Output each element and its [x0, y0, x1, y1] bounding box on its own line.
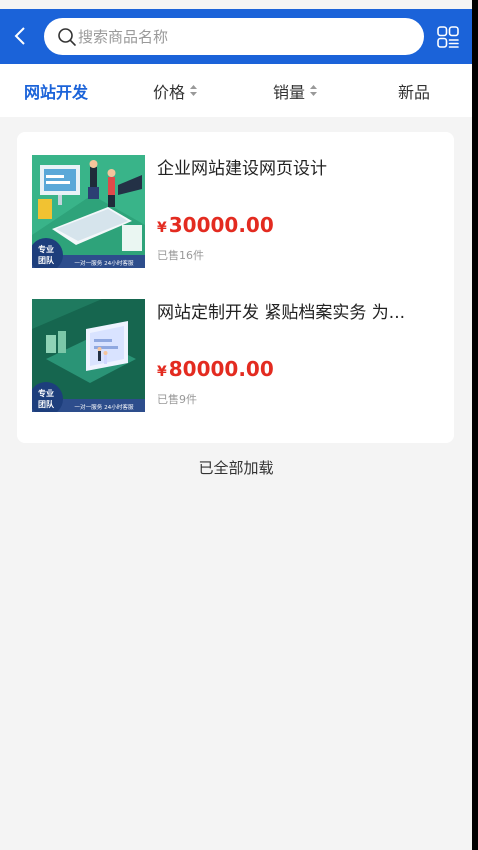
- all-loaded-text: 已全部加载: [198, 459, 274, 477]
- search-icon: [58, 27, 76, 46]
- product-title: 企业网站建设网页设计: [157, 159, 327, 179]
- thumbnail-banner: 一对一服务 24小时客服: [74, 259, 134, 267]
- search-box[interactable]: [44, 18, 424, 55]
- filter-tab-label: 新品: [398, 82, 431, 102]
- product-thumbnail: 专业 团队 一对一服务 24小时客服: [32, 299, 145, 412]
- product-thumbnail: 专业 团队 一对一服务 24小时客服: [32, 155, 145, 268]
- app-screen: 网站开发 价格 销量 新品: [0, 0, 472, 850]
- product-price: ¥30000.00: [157, 213, 274, 237]
- thumbnail-banner: 一对一服务 24小时客服: [74, 403, 134, 411]
- product-list: 专业 团队 一对一服务 24小时客服 企业网站建设网页设计 ¥30000.00 …: [17, 132, 454, 443]
- filter-tab-price[interactable]: 价格: [153, 64, 198, 117]
- filter-tab-sales[interactable]: 销量: [273, 64, 318, 117]
- filter-tab-new[interactable]: 新品: [398, 64, 430, 117]
- badge-line-2: 团队: [38, 399, 55, 409]
- filter-tab-label: 价格: [153, 82, 186, 102]
- currency-symbol: ¥: [157, 364, 167, 380]
- badge-line-1: 专业: [38, 388, 54, 398]
- price-value: 30000.00: [168, 213, 274, 237]
- badge-line-1: 专业: [38, 244, 54, 254]
- price-value: 80000.00: [168, 357, 274, 381]
- filter-bar: 网站开发 价格 销量 新品: [0, 64, 472, 117]
- badge-line-2: 团队: [38, 255, 55, 265]
- currency-symbol: ¥: [157, 220, 167, 236]
- chevron-left-icon: [14, 27, 25, 45]
- grid-view-icon: [437, 26, 459, 48]
- product-title: 网站定制开发 紧贴档案实务 为...: [157, 303, 406, 323]
- sort-icon: [310, 85, 318, 96]
- filter-tab-category[interactable]: 网站开发: [24, 64, 88, 117]
- search-input[interactable]: [78, 27, 398, 46]
- product-item[interactable]: 专业 团队 一对一服务 24小时客服 企业网站建设网页设计 ¥30000.00 …: [32, 155, 442, 270]
- sold-count: 已售9件: [157, 393, 197, 406]
- filter-tab-label: 销量: [273, 82, 306, 102]
- sort-icon: [190, 85, 198, 96]
- grid-view-button[interactable]: [436, 25, 460, 49]
- product-price: ¥80000.00: [157, 357, 274, 381]
- back-button[interactable]: [10, 25, 32, 47]
- product-item[interactable]: 专业 团队 一对一服务 24小时客服 网站定制开发 紧贴档案实务 为... ¥8…: [32, 299, 442, 414]
- top-bar: [0, 9, 472, 64]
- sold-count: 已售16件: [157, 249, 204, 262]
- filter-tab-label: 网站开发: [24, 82, 89, 102]
